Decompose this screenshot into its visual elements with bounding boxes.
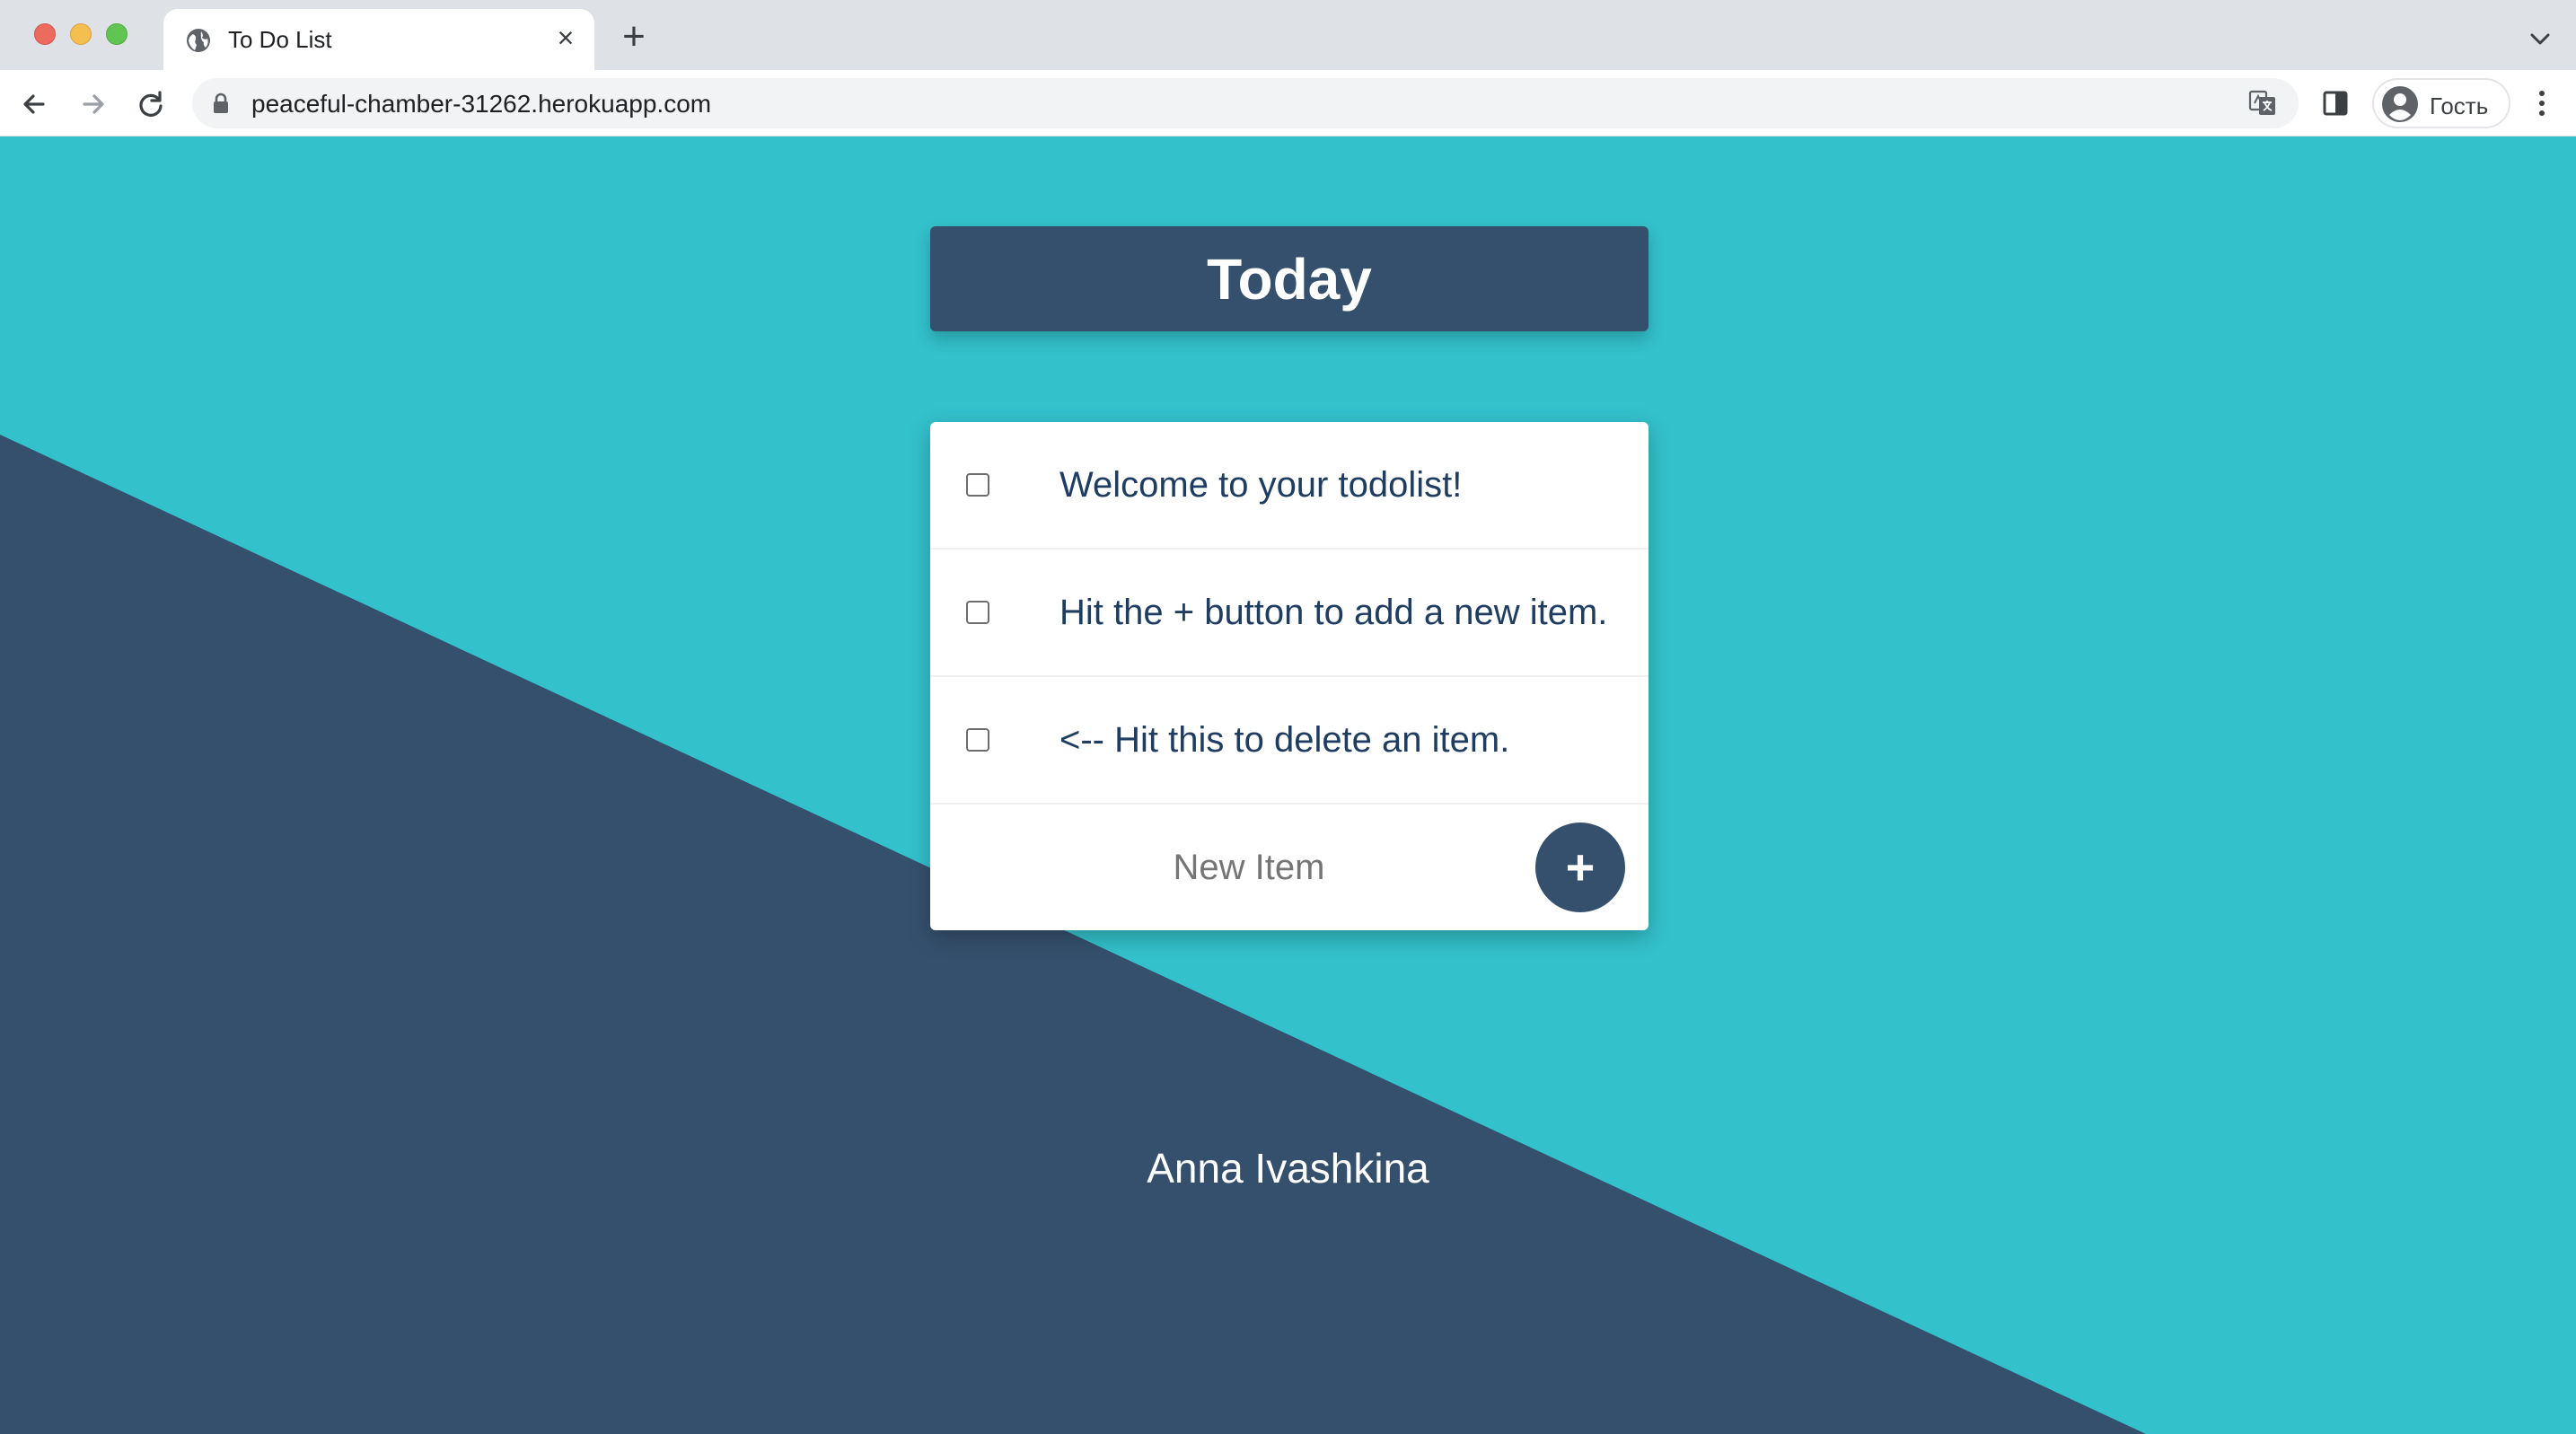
todo-checkbox[interactable] (966, 473, 989, 497)
todo-item-label: Hit the + button to add a new item. (1059, 593, 1608, 632)
arrow-left-icon[interactable] (16, 86, 52, 122)
new-item-form: + (930, 805, 1648, 930)
arrow-right-icon[interactable] (75, 86, 111, 122)
window-zoom-button[interactable] (106, 23, 127, 45)
globe-icon (187, 29, 210, 52)
browser-toolbar: peaceful-chamber-31262.herokuapp.com Гос… (0, 70, 2576, 136)
chevron-down-icon[interactable] (2525, 25, 2555, 52)
profile-button[interactable]: Гость (2372, 78, 2510, 128)
todo-item: <-- Hit this to delete an item. (930, 677, 1648, 805)
todo-list-card: Welcome to your todolist! Hit the + butt… (930, 422, 1648, 930)
footer-author: Anna Ivashkina (1147, 1145, 1429, 1192)
lock-icon[interactable] (212, 92, 230, 114)
todo-item-label: Welcome to your todolist! (1059, 465, 1463, 505)
heading-box: Today (930, 226, 1648, 331)
tab-close-icon[interactable]: × (549, 22, 582, 54)
todo-item-label: <-- Hit this to delete an item. (1059, 720, 1510, 760)
new-item-input[interactable] (966, 840, 1532, 894)
todo-checkbox[interactable] (966, 728, 989, 752)
todo-item: Welcome to your todolist! (930, 422, 1648, 550)
url-text[interactable]: peaceful-chamber-31262.herokuapp.com (251, 90, 711, 119)
todo-item: Hit the + button to add a new item. (930, 550, 1648, 677)
page-title: Today (1207, 246, 1372, 312)
add-item-button[interactable]: + (1535, 823, 1625, 912)
reload-icon[interactable] (133, 86, 169, 122)
profile-label: Гость (2430, 92, 2489, 119)
page-viewport: Today Welcome to your todolist! Hit the … (0, 136, 2576, 1434)
todo-checkbox[interactable] (966, 601, 989, 624)
window-close-button[interactable] (34, 23, 56, 45)
person-icon (2382, 86, 2418, 122)
tab-title: To Do List (228, 26, 332, 53)
translate-icon[interactable] (2248, 89, 2277, 118)
kebab-menu-icon[interactable] (2530, 88, 2554, 119)
address-bar[interactable]: peaceful-chamber-31262.herokuapp.com (192, 78, 2299, 128)
browser-tab-bar: To Do List × + (0, 0, 2576, 70)
new-tab-button[interactable]: + (616, 17, 652, 57)
window-minimize-button[interactable] (70, 23, 92, 45)
side-panel-icon[interactable] (2322, 90, 2349, 117)
browser-tab-active[interactable]: To Do List × (163, 9, 594, 70)
